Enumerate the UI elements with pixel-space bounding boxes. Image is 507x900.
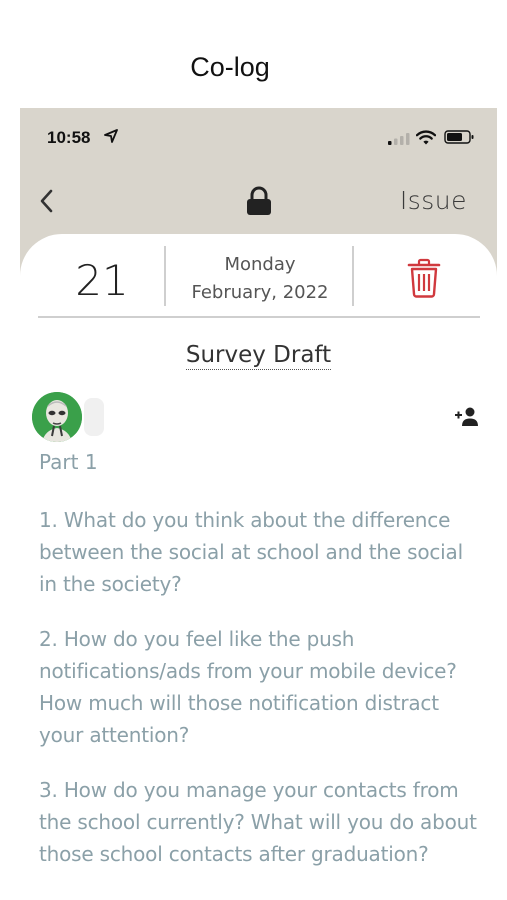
- avatar[interactable]: [32, 392, 82, 442]
- page-title: Co-log: [190, 52, 270, 82]
- location-arrow-icon: [104, 129, 118, 143]
- month-year-label: February, 2022: [191, 282, 329, 303]
- status-bar: 10:58: [20, 108, 497, 164]
- section-label: Part 1: [39, 450, 98, 474]
- divider: [38, 316, 480, 318]
- signal-icon: [388, 133, 410, 145]
- document-title-text[interactable]: Survey Draft: [185, 342, 332, 370]
- document-title[interactable]: Survey Draft: [20, 342, 497, 370]
- nav-bar: Issue: [20, 164, 497, 234]
- date-row: 21 Monday February, 2022: [38, 246, 478, 318]
- question-item[interactable]: 3. How do you manage your contacts from …: [39, 774, 479, 870]
- trash-icon[interactable]: [407, 258, 441, 298]
- avatar-placeholder: [84, 398, 104, 436]
- issue-button[interactable]: Issue: [400, 186, 467, 215]
- document-card: 21 Monday February, 2022 Survey Draft Pa…: [20, 234, 497, 900]
- add-person-icon[interactable]: [454, 406, 480, 428]
- phone-screen: 10:58 Issue 21 Monday February, 2022 Sur…: [20, 108, 497, 900]
- question-item[interactable]: 2. How do you feel like the push notific…: [39, 623, 479, 751]
- day-number: 21: [75, 256, 129, 305]
- question-list[interactable]: 1. What do you think about the differenc…: [39, 504, 479, 893]
- chevron-left-icon[interactable]: [36, 186, 58, 216]
- question-item[interactable]: 1. What do you think about the differenc…: [39, 504, 479, 600]
- battery-icon: [444, 130, 474, 144]
- status-time: 10:58: [47, 128, 91, 147]
- weekday-label: Monday: [224, 254, 296, 275]
- avatar-image: [32, 392, 82, 442]
- divider: [352, 246, 354, 306]
- lock-icon: [247, 186, 271, 215]
- wifi-icon: [416, 130, 436, 145]
